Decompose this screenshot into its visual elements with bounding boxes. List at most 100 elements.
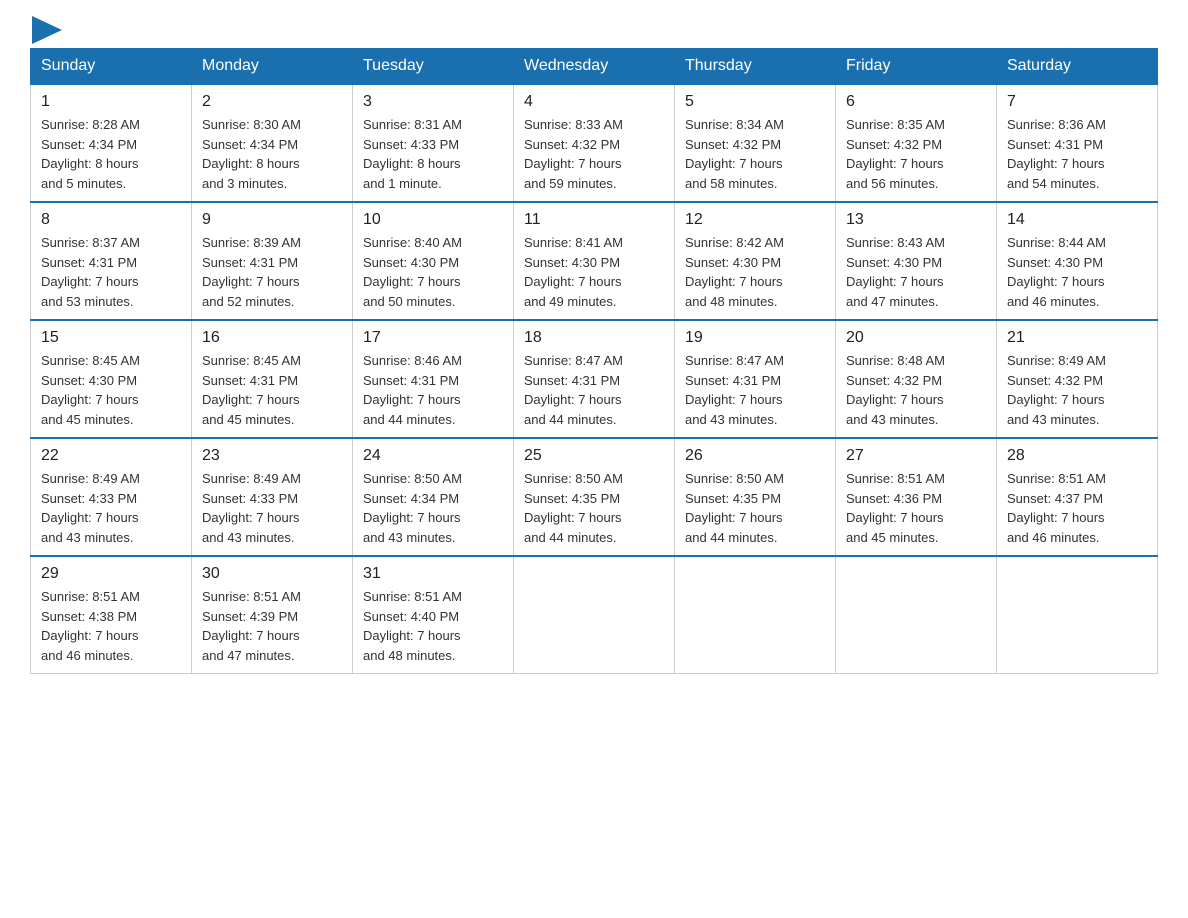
day-info: Sunrise: 8:47 AMSunset: 4:31 PMDaylight:…: [685, 351, 825, 429]
calendar-cell: 21 Sunrise: 8:49 AMSunset: 4:32 PMDaylig…: [997, 320, 1158, 438]
day-number: 14: [1007, 211, 1147, 229]
day-number: 18: [524, 329, 664, 347]
day-number: 9: [202, 211, 342, 229]
logo-triangle-icon: [32, 16, 62, 44]
day-number: 15: [41, 329, 181, 347]
day-number: 28: [1007, 447, 1147, 465]
day-info: Sunrise: 8:34 AMSunset: 4:32 PMDaylight:…: [685, 115, 825, 193]
header-friday: Friday: [836, 49, 997, 85]
header-tuesday: Tuesday: [353, 49, 514, 85]
day-number: 24: [363, 447, 503, 465]
calendar-cell: 6 Sunrise: 8:35 AMSunset: 4:32 PMDayligh…: [836, 84, 997, 202]
day-info: Sunrise: 8:43 AMSunset: 4:30 PMDaylight:…: [846, 233, 986, 311]
day-info: Sunrise: 8:51 AMSunset: 4:38 PMDaylight:…: [41, 587, 181, 665]
page-header: [30, 20, 1158, 38]
calendar-header-row: SundayMondayTuesdayWednesdayThursdayFrid…: [31, 49, 1158, 85]
calendar-cell: 10 Sunrise: 8:40 AMSunset: 4:30 PMDaylig…: [353, 202, 514, 320]
day-number: 12: [685, 211, 825, 229]
calendar-table: SundayMondayTuesdayWednesdayThursdayFrid…: [30, 48, 1158, 674]
day-number: 4: [524, 93, 664, 111]
day-number: 26: [685, 447, 825, 465]
day-number: 7: [1007, 93, 1147, 111]
calendar-cell: 17 Sunrise: 8:46 AMSunset: 4:31 PMDaylig…: [353, 320, 514, 438]
day-number: 13: [846, 211, 986, 229]
day-number: 31: [363, 565, 503, 583]
calendar-cell: [675, 556, 836, 674]
calendar-cell: 11 Sunrise: 8:41 AMSunset: 4:30 PMDaylig…: [514, 202, 675, 320]
day-info: Sunrise: 8:47 AMSunset: 4:31 PMDaylight:…: [524, 351, 664, 429]
day-info: Sunrise: 8:46 AMSunset: 4:31 PMDaylight:…: [363, 351, 503, 429]
calendar-cell: 31 Sunrise: 8:51 AMSunset: 4:40 PMDaylig…: [353, 556, 514, 674]
calendar-cell: 26 Sunrise: 8:50 AMSunset: 4:35 PMDaylig…: [675, 438, 836, 556]
day-number: 25: [524, 447, 664, 465]
calendar-cell: 19 Sunrise: 8:47 AMSunset: 4:31 PMDaylig…: [675, 320, 836, 438]
day-info: Sunrise: 8:50 AMSunset: 4:35 PMDaylight:…: [685, 469, 825, 547]
day-info: Sunrise: 8:45 AMSunset: 4:30 PMDaylight:…: [41, 351, 181, 429]
day-info: Sunrise: 8:50 AMSunset: 4:35 PMDaylight:…: [524, 469, 664, 547]
calendar-cell: 5 Sunrise: 8:34 AMSunset: 4:32 PMDayligh…: [675, 84, 836, 202]
day-number: 29: [41, 565, 181, 583]
day-info: Sunrise: 8:36 AMSunset: 4:31 PMDaylight:…: [1007, 115, 1147, 193]
day-info: Sunrise: 8:42 AMSunset: 4:30 PMDaylight:…: [685, 233, 825, 311]
calendar-cell: 12 Sunrise: 8:42 AMSunset: 4:30 PMDaylig…: [675, 202, 836, 320]
day-info: Sunrise: 8:49 AMSunset: 4:33 PMDaylight:…: [202, 469, 342, 547]
calendar-week-4: 22 Sunrise: 8:49 AMSunset: 4:33 PMDaylig…: [31, 438, 1158, 556]
day-info: Sunrise: 8:49 AMSunset: 4:32 PMDaylight:…: [1007, 351, 1147, 429]
day-info: Sunrise: 8:51 AMSunset: 4:39 PMDaylight:…: [202, 587, 342, 665]
calendar-cell: 29 Sunrise: 8:51 AMSunset: 4:38 PMDaylig…: [31, 556, 192, 674]
day-info: Sunrise: 8:30 AMSunset: 4:34 PMDaylight:…: [202, 115, 342, 193]
calendar-cell: [997, 556, 1158, 674]
header-monday: Monday: [192, 49, 353, 85]
day-number: 8: [41, 211, 181, 229]
day-info: Sunrise: 8:41 AMSunset: 4:30 PMDaylight:…: [524, 233, 664, 311]
day-number: 6: [846, 93, 986, 111]
calendar-cell: 22 Sunrise: 8:49 AMSunset: 4:33 PMDaylig…: [31, 438, 192, 556]
day-number: 20: [846, 329, 986, 347]
calendar-week-3: 15 Sunrise: 8:45 AMSunset: 4:30 PMDaylig…: [31, 320, 1158, 438]
day-number: 16: [202, 329, 342, 347]
day-number: 3: [363, 93, 503, 111]
day-number: 21: [1007, 329, 1147, 347]
calendar-cell: 20 Sunrise: 8:48 AMSunset: 4:32 PMDaylig…: [836, 320, 997, 438]
calendar-cell: 8 Sunrise: 8:37 AMSunset: 4:31 PMDayligh…: [31, 202, 192, 320]
calendar-cell: 23 Sunrise: 8:49 AMSunset: 4:33 PMDaylig…: [192, 438, 353, 556]
day-info: Sunrise: 8:51 AMSunset: 4:36 PMDaylight:…: [846, 469, 986, 547]
day-info: Sunrise: 8:45 AMSunset: 4:31 PMDaylight:…: [202, 351, 342, 429]
header-wednesday: Wednesday: [514, 49, 675, 85]
day-number: 2: [202, 93, 342, 111]
calendar-cell: 30 Sunrise: 8:51 AMSunset: 4:39 PMDaylig…: [192, 556, 353, 674]
calendar-cell: 7 Sunrise: 8:36 AMSunset: 4:31 PMDayligh…: [997, 84, 1158, 202]
day-number: 17: [363, 329, 503, 347]
calendar-cell: 25 Sunrise: 8:50 AMSunset: 4:35 PMDaylig…: [514, 438, 675, 556]
day-info: Sunrise: 8:51 AMSunset: 4:37 PMDaylight:…: [1007, 469, 1147, 547]
calendar-cell: 18 Sunrise: 8:47 AMSunset: 4:31 PMDaylig…: [514, 320, 675, 438]
calendar-cell: 9 Sunrise: 8:39 AMSunset: 4:31 PMDayligh…: [192, 202, 353, 320]
day-info: Sunrise: 8:31 AMSunset: 4:33 PMDaylight:…: [363, 115, 503, 193]
day-number: 27: [846, 447, 986, 465]
day-info: Sunrise: 8:49 AMSunset: 4:33 PMDaylight:…: [41, 469, 181, 547]
day-info: Sunrise: 8:28 AMSunset: 4:34 PMDaylight:…: [41, 115, 181, 193]
calendar-cell: 4 Sunrise: 8:33 AMSunset: 4:32 PMDayligh…: [514, 84, 675, 202]
day-number: 23: [202, 447, 342, 465]
calendar-cell: 2 Sunrise: 8:30 AMSunset: 4:34 PMDayligh…: [192, 84, 353, 202]
day-number: 10: [363, 211, 503, 229]
day-number: 19: [685, 329, 825, 347]
day-info: Sunrise: 8:48 AMSunset: 4:32 PMDaylight:…: [846, 351, 986, 429]
calendar-week-1: 1 Sunrise: 8:28 AMSunset: 4:34 PMDayligh…: [31, 84, 1158, 202]
calendar-week-5: 29 Sunrise: 8:51 AMSunset: 4:38 PMDaylig…: [31, 556, 1158, 674]
day-number: 22: [41, 447, 181, 465]
day-info: Sunrise: 8:50 AMSunset: 4:34 PMDaylight:…: [363, 469, 503, 547]
day-info: Sunrise: 8:51 AMSunset: 4:40 PMDaylight:…: [363, 587, 503, 665]
calendar-cell: 15 Sunrise: 8:45 AMSunset: 4:30 PMDaylig…: [31, 320, 192, 438]
calendar-cell: 3 Sunrise: 8:31 AMSunset: 4:33 PMDayligh…: [353, 84, 514, 202]
logo: [30, 20, 62, 38]
calendar-cell: 13 Sunrise: 8:43 AMSunset: 4:30 PMDaylig…: [836, 202, 997, 320]
calendar-cell: 16 Sunrise: 8:45 AMSunset: 4:31 PMDaylig…: [192, 320, 353, 438]
day-info: Sunrise: 8:44 AMSunset: 4:30 PMDaylight:…: [1007, 233, 1147, 311]
calendar-cell: [836, 556, 997, 674]
calendar-cell: 14 Sunrise: 8:44 AMSunset: 4:30 PMDaylig…: [997, 202, 1158, 320]
header-thursday: Thursday: [675, 49, 836, 85]
day-info: Sunrise: 8:35 AMSunset: 4:32 PMDaylight:…: [846, 115, 986, 193]
day-number: 5: [685, 93, 825, 111]
header-saturday: Saturday: [997, 49, 1158, 85]
